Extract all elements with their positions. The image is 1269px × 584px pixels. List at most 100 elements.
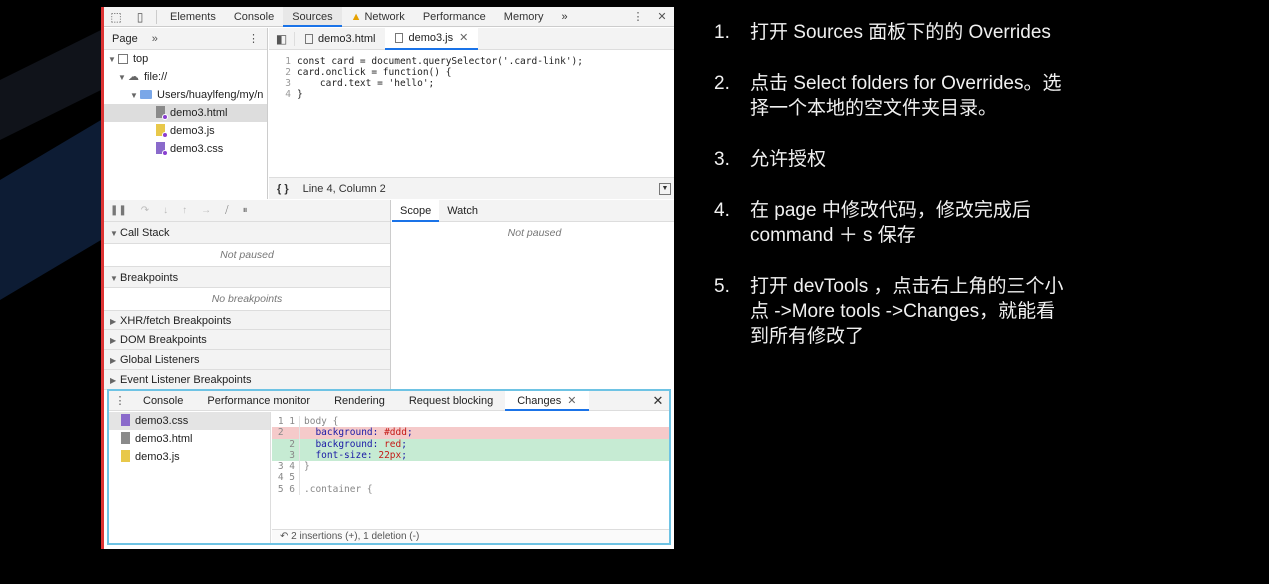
step-text: 打开 devTools ，点击右上角的三个小点 ->More tools ->C… bbox=[750, 274, 1134, 349]
step-line: command ＋ s 保存 bbox=[750, 225, 916, 246]
tab-page[interactable]: Page bbox=[112, 33, 138, 45]
diff-text: body { bbox=[304, 416, 339, 427]
step-line: 到所有修改了 bbox=[750, 326, 865, 347]
close-drawer-icon[interactable]: ✕ bbox=[647, 393, 669, 409]
warning-icon: ▲ bbox=[350, 10, 362, 23]
editor-tab-demo3-html[interactable]: demo3.html bbox=[295, 28, 385, 50]
step-over-icon[interactable]: ↷ bbox=[141, 205, 149, 216]
tab-elements[interactable]: Elements bbox=[161, 7, 225, 27]
close-icon[interactable]: ✕ bbox=[650, 10, 674, 23]
pause-on-exceptions-icon[interactable]: ⏸ bbox=[243, 205, 248, 216]
close-tab-icon[interactable]: ✕ bbox=[459, 31, 468, 44]
tab-network[interactable]: ▲ Network bbox=[342, 7, 414, 27]
drawer-tab-changes[interactable]: Changes ✕ bbox=[505, 390, 589, 411]
changed-file-demo3-js[interactable]: demo3.js bbox=[109, 448, 270, 466]
tab-performance[interactable]: Performance bbox=[414, 7, 495, 27]
section-title: Event Listener Breakpoints bbox=[120, 374, 252, 386]
step-number: 3. bbox=[714, 149, 730, 170]
diff-value: 22px bbox=[378, 449, 402, 461]
devtools-drawer: ⋮ Console Performance monitor Rendering … bbox=[107, 389, 671, 545]
pretty-print-button[interactable]: { } bbox=[277, 183, 289, 195]
scope-tabs: Scope Watch bbox=[392, 199, 674, 222]
tree-item-file[interactable]: ▼ ☁ file:// bbox=[104, 68, 267, 86]
triangle-down-icon: ▼ bbox=[110, 274, 118, 283]
kebab-menu-icon[interactable]: ⋮ bbox=[626, 10, 650, 23]
tab-scope[interactable]: Scope bbox=[392, 199, 440, 222]
drawer-tab-console[interactable]: Console bbox=[131, 391, 195, 411]
tree-item-folder[interactable]: ▼ Users/huaylfeng/my/n bbox=[104, 86, 267, 104]
tree-item-top[interactable]: ▼ top bbox=[104, 50, 267, 68]
file-label: demo3.js bbox=[135, 451, 180, 463]
js-file-icon bbox=[121, 450, 130, 462]
close-tab-icon[interactable]: ✕ bbox=[567, 395, 576, 407]
double-chevron-right-icon[interactable]: » bbox=[553, 7, 577, 27]
revert-icon[interactable]: ↶ bbox=[280, 531, 291, 542]
call-stack-section[interactable]: ▼ Call Stack bbox=[104, 222, 390, 244]
editor-tab-label: demo3.js bbox=[408, 31, 454, 44]
drawer-tab-performance-monitor[interactable]: Performance monitor bbox=[195, 391, 322, 411]
tree-item-demo3-css[interactable]: demo3.css bbox=[104, 140, 267, 158]
diff-text: font-size: bbox=[304, 449, 379, 461]
kebab-menu-icon[interactable]: ⋮ bbox=[109, 394, 131, 407]
deactivate-breakpoints-icon[interactable]: ⧸ bbox=[225, 205, 228, 216]
drawer-tab-request-blocking[interactable]: Request blocking bbox=[397, 391, 505, 411]
code-line: 1 const card = document.querySelector('.c… bbox=[269, 56, 674, 67]
triangle-right-icon: ▶ bbox=[110, 317, 117, 326]
triangle-right-icon: ▶ bbox=[110, 356, 117, 365]
triangle-down-icon: ▼ bbox=[130, 91, 138, 100]
tree-label: Users/huaylfeng/my/n bbox=[157, 89, 264, 101]
step-line: 打开 Sources 面板下的的 Overrides bbox=[750, 22, 1051, 43]
drawer-toggle-icon[interactable]: ▼ bbox=[659, 182, 671, 195]
diff-gutter: 1 1 bbox=[272, 416, 300, 428]
step-line: 打开 devTools ，点击右上角的三个小 bbox=[750, 276, 1064, 297]
diff-value: #ddd bbox=[384, 427, 407, 439]
editor-status-bar: { } Line 4, Column 2 ▼ bbox=[269, 177, 674, 199]
step-text: 打开 Sources 面板下的的 Overrides bbox=[750, 20, 1134, 45]
code-area[interactable]: 1 const card = document.querySelector('.c… bbox=[269, 50, 674, 175]
changed-files-list: demo3.css demo3.html demo3.js bbox=[109, 412, 271, 543]
scope-panel: Scope Watch Not paused bbox=[392, 199, 674, 389]
devtools-main-toolbar: ⬚ ▯ Elements Console Sources ▲ Network Pe… bbox=[104, 7, 674, 27]
dom-breakpoints-section[interactable]: ▶ DOM Breakpoints bbox=[104, 330, 390, 350]
html-file-icon bbox=[156, 106, 168, 120]
global-listeners-section[interactable]: ▶ Global Listeners bbox=[104, 350, 390, 370]
tree-item-demo3-html[interactable]: demo3.html bbox=[104, 104, 267, 122]
scope-not-paused-text: Not paused bbox=[507, 227, 562, 239]
tab-console[interactable]: Console bbox=[225, 7, 283, 27]
instruction-step: 4. 在 page 中修改代码，修改完成后 command ＋ s 保存 bbox=[714, 198, 1134, 248]
step-out-icon[interactable]: ↑ bbox=[182, 205, 187, 216]
file-label: demo3.css bbox=[135, 415, 189, 427]
instruction-step: 3. 允许授权 bbox=[714, 147, 1134, 172]
xhr-breakpoints-section[interactable]: ▶ XHR/fetch Breakpoints bbox=[104, 310, 390, 330]
code-text: card.text = 'hello'; bbox=[297, 78, 435, 89]
diff-tail: ; bbox=[401, 449, 407, 461]
diff-line: 5 6 .container { bbox=[272, 483, 669, 496]
section-title: Breakpoints bbox=[120, 272, 179, 284]
tree-item-demo3-js[interactable]: demo3.js bbox=[104, 122, 267, 140]
toggle-navigator-icon[interactable]: ◧ bbox=[269, 31, 295, 46]
step-into-icon[interactable]: ↓ bbox=[163, 205, 168, 216]
breakpoints-section[interactable]: ▼ Breakpoints bbox=[104, 266, 390, 288]
kebab-menu-icon[interactable]: ⋮ bbox=[248, 32, 259, 45]
instruction-step: 2. 点击 Select folders for Overrides。选 择一个本… bbox=[714, 71, 1134, 121]
editor-tabs: ◧ demo3.html demo3.js ✕ bbox=[269, 27, 674, 50]
tab-memory[interactable]: Memory bbox=[495, 7, 553, 27]
tab-network-label: Network bbox=[364, 10, 405, 23]
instruction-list: 1. 打开 Sources 面板下的的 Overrides 2. 点击 Sele… bbox=[714, 20, 1134, 375]
inspect-element-icon[interactable]: ⬚ bbox=[104, 10, 128, 24]
changed-file-demo3-css[interactable]: demo3.css bbox=[109, 412, 270, 430]
diff-gutter: 2 bbox=[272, 427, 300, 439]
changed-file-demo3-html[interactable]: demo3.html bbox=[109, 430, 270, 448]
drawer-tab-rendering[interactable]: Rendering bbox=[322, 391, 397, 411]
device-toolbar-icon[interactable]: ▯ bbox=[128, 10, 152, 24]
changes-summary-text: 2 insertions (+), 1 deletion (-) bbox=[291, 531, 420, 542]
tab-sources[interactable]: Sources bbox=[283, 7, 342, 27]
tab-watch[interactable]: Watch bbox=[439, 200, 486, 222]
step-line: 择一个本地的空文件夹目录。 bbox=[750, 98, 998, 119]
double-chevron-right-icon[interactable]: » bbox=[152, 33, 158, 45]
editor-tab-demo3-js[interactable]: demo3.js ✕ bbox=[385, 27, 479, 50]
pause-icon[interactable]: ❚❚ bbox=[110, 205, 127, 216]
step-icon[interactable]: → bbox=[201, 205, 211, 216]
event-listener-breakpoints-section[interactable]: ▶ Event Listener Breakpoints bbox=[104, 370, 390, 390]
override-dot-icon bbox=[162, 132, 168, 138]
